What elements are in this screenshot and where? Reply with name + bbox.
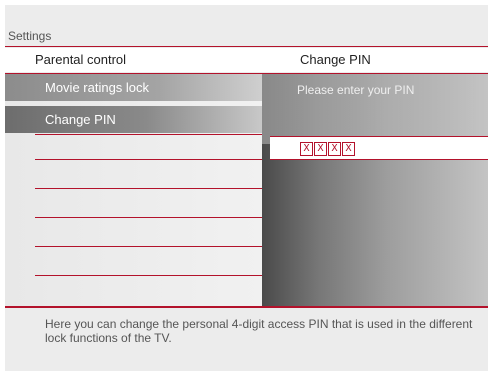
title-divider [5, 46, 488, 47]
menu-separator [35, 246, 262, 247]
menu-separator [35, 217, 262, 218]
header-left: Parental control [5, 48, 262, 72]
pin-digit: X [342, 142, 355, 156]
pin-input[interactable]: X X X X [270, 136, 488, 160]
pin-digit: X [300, 142, 313, 156]
pin-prompt: Please enter your PIN [297, 83, 415, 97]
pin-digit: X [314, 142, 327, 156]
header-right-label: Change PIN [300, 52, 371, 67]
menu-item-label: Movie ratings lock [45, 80, 150, 95]
menu-separator [35, 159, 262, 160]
header-left-label: Parental control [35, 52, 127, 67]
help-text: Here you can change the personal 4-digit… [45, 317, 473, 345]
menu-item-movie-ratings-lock[interactable]: Movie ratings lock [5, 74, 262, 101]
menu-separator [35, 134, 262, 135]
window-title: Settings [8, 29, 52, 43]
menu-item-label: Change PIN [45, 112, 116, 127]
menu-item-change-pin[interactable]: Change PIN [5, 106, 262, 133]
menu-separator [35, 188, 262, 189]
bottom-divider [5, 306, 488, 308]
menu-list: Movie ratings lock Change PIN [5, 74, 262, 306]
menu-separator [35, 275, 262, 276]
change-pin-pane [262, 74, 488, 306]
header-right: Change PIN [262, 48, 488, 72]
pin-digit: X [328, 142, 341, 156]
